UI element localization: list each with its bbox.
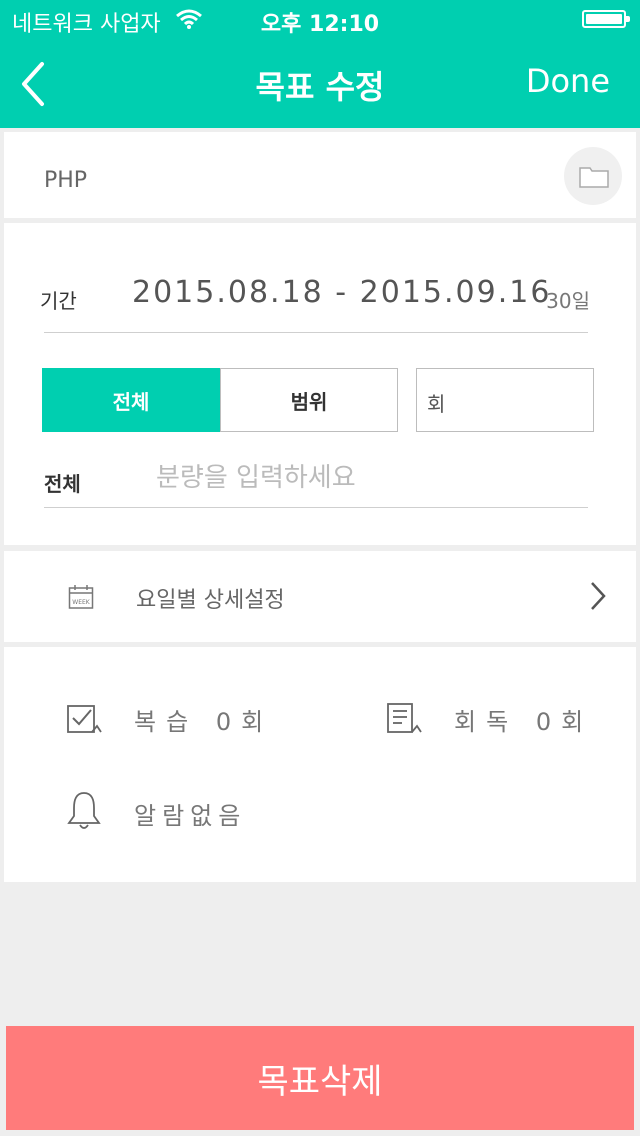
calendar-week-icon-text: WEEK — [72, 599, 91, 606]
divider — [44, 332, 588, 333]
reread-number: 0 — [535, 708, 562, 736]
review-count[interactable]: 복습 0회 — [134, 702, 273, 737]
period-dates[interactable]: 2015.08.18 - 2015.09.16 — [132, 275, 551, 310]
battery-icon — [582, 10, 630, 28]
review-label: 복습 — [134, 708, 199, 736]
folder-button[interactable] — [564, 147, 622, 205]
review-unit: 회 — [241, 708, 274, 736]
amount-label: 전체 — [44, 472, 81, 496]
reread-count[interactable]: 회독 0회 — [454, 702, 593, 737]
done-button[interactable]: Done — [526, 62, 610, 100]
options-card: 복습 0회 회독 0회 알람없음 — [4, 647, 636, 882]
alarm-label[interactable]: 알람없음 — [134, 796, 246, 831]
goal-title-card: PHP — [4, 132, 636, 218]
period-days: 30일 — [546, 289, 590, 313]
segment-all-button[interactable]: 전체 — [42, 368, 220, 432]
period-card: 기간 2015.08.18 - 2015.09.16 30일 전체 범위 회 전… — [4, 223, 636, 545]
weekday-settings-row[interactable]: WEEK 요일별 상세설정 — [4, 551, 636, 642]
unit-placeholder: 회 — [427, 392, 446, 416]
chevron-right-icon — [591, 582, 606, 610]
delete-goal-button[interactable]: 목표삭제 — [6, 1026, 634, 1130]
amount-input[interactable] — [154, 457, 588, 499]
folder-icon — [579, 167, 609, 188]
review-check-icon[interactable] — [66, 702, 102, 734]
top-bar: 네트워크 사업자 오후 12:10 목표 수정 Done — [0, 0, 640, 128]
divider — [44, 507, 588, 508]
bell-icon[interactable] — [66, 790, 102, 832]
goal-title[interactable]: PHP — [44, 168, 87, 193]
weekday-settings-label: 요일별 상세설정 — [136, 588, 285, 613]
unit-field[interactable]: 회 — [416, 368, 594, 432]
period-label: 기간 — [40, 289, 77, 313]
reread-document-icon[interactable] — [386, 702, 422, 734]
status-bar: 네트워크 사업자 오후 12:10 — [0, 0, 640, 40]
reread-unit: 회 — [561, 708, 594, 736]
status-time: 오후 12:10 — [260, 12, 380, 37]
calendar-week-icon: WEEK — [68, 585, 94, 609]
reread-label: 회독 — [454, 708, 519, 736]
segment-range-button[interactable]: 범위 — [220, 368, 398, 432]
review-number: 0 — [215, 708, 242, 736]
